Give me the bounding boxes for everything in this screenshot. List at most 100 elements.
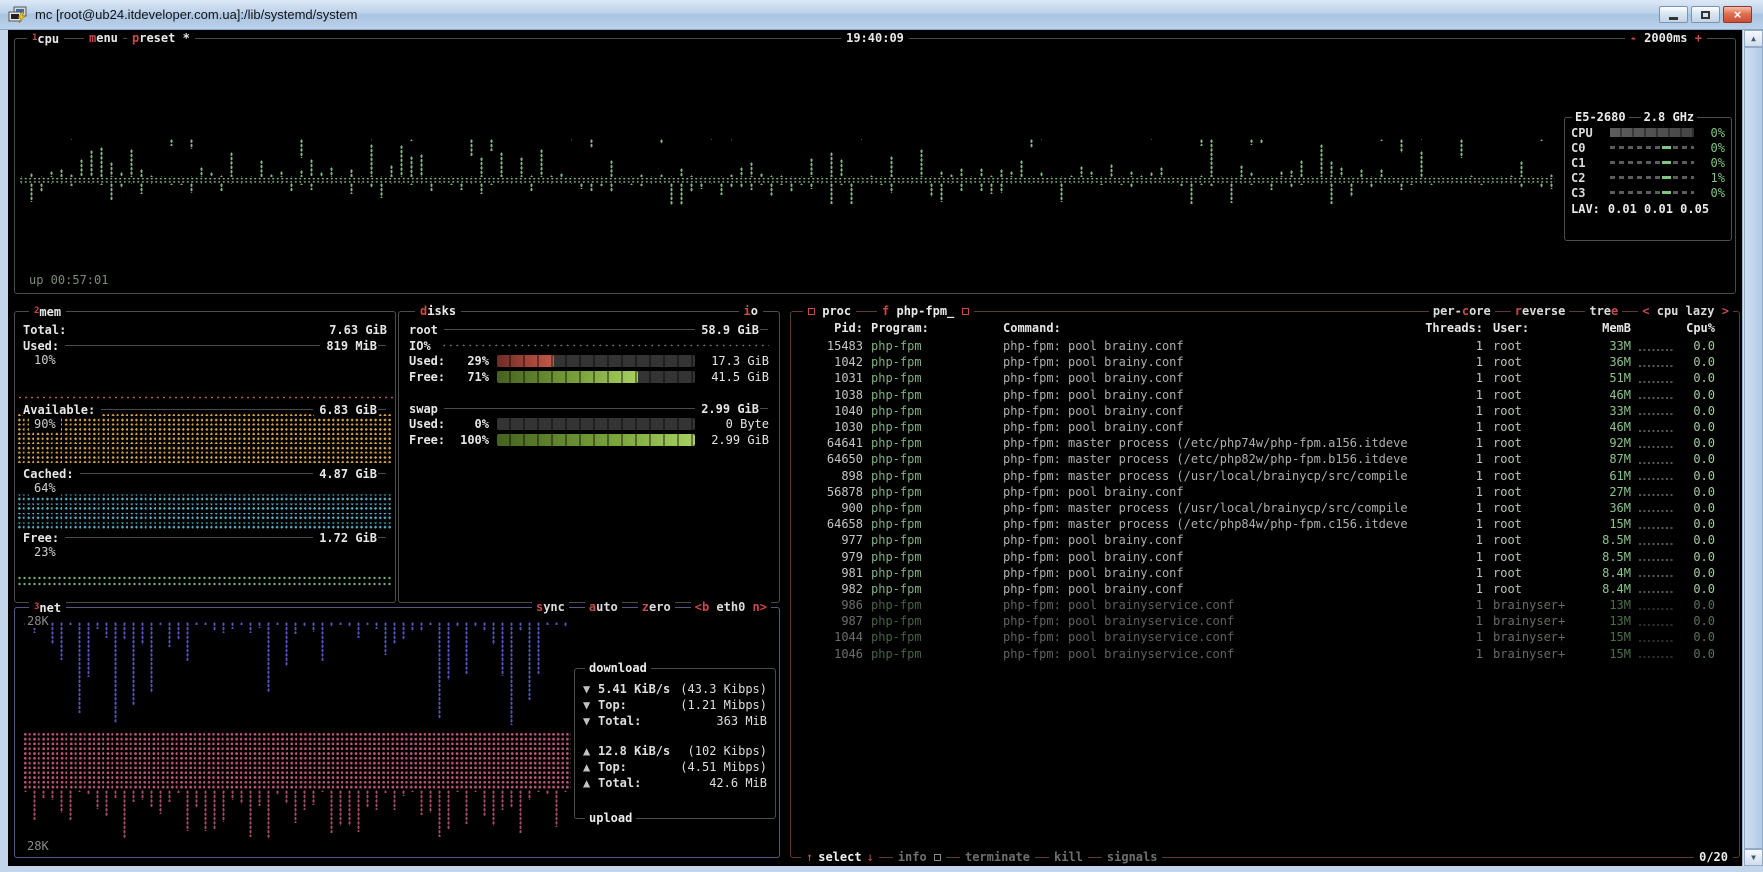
tab-cpu[interactable]: 1cpu — [27, 31, 64, 47]
load-average: LAV: 0.01 0.01 0.05 — [1565, 200, 1731, 216]
tab-net[interactable]: 3net — [29, 600, 66, 616]
close-button[interactable]: × — [1723, 6, 1752, 23]
process-row[interactable]: 1030 php-fpm php-fpm: pool brainy.conf 1… — [791, 419, 1739, 435]
update-interval: - 2000ms + — [1625, 31, 1707, 46]
window-titlebar: mc [root@ub24.itdeveloper.com.ua]:/lib/s… — [0, 0, 1763, 30]
net-stats-rows: ▼ 5.41 KiB/s (43.3 Kibps) ▼ Top: (1.21 M… — [575, 669, 775, 791]
interval-value: 2000ms — [1644, 31, 1687, 45]
process-row[interactable]: 977 php-fpm php-fpm: pool brainy.conf 1 … — [791, 532, 1739, 548]
download-panel-title: download — [585, 661, 651, 676]
process-row[interactable]: 982 php-fpm php-fpm: pool brainy.conf 1 … — [791, 581, 1739, 597]
cpu-frequency: 2.8 GHz — [1641, 110, 1698, 125]
up-arrow-icon: ▲ — [583, 744, 598, 758]
process-search-field[interactable]: f php-fpm_ — [877, 304, 974, 319]
up-arrow-icon: ▲ — [583, 760, 598, 774]
upload-speed-row: ▲ 12.8 KiB/s (102 Kibps) — [583, 743, 767, 759]
process-row[interactable]: 987 php-fpm php-fpm: pool brainyservice.… — [791, 613, 1739, 629]
maximize-button[interactable] — [1691, 6, 1720, 23]
mem-free-graph — [17, 575, 393, 587]
kill-button[interactable]: kill — [1049, 850, 1088, 865]
sort-pager: < cpu lazy > — [1638, 304, 1733, 319]
net-interface-switch[interactable]: <b eth0 n> — [691, 600, 771, 615]
scrollbar-thumb[interactable] — [1744, 47, 1763, 849]
cpu-usage-graph — [19, 139, 1555, 219]
disk-root-used-row: Used: 29% 17.3 GiB — [399, 353, 779, 368]
proc-footer: ↑ select ↓ info terminate kill signals — [801, 850, 1162, 865]
process-mem-graph — [1639, 608, 1675, 610]
process-row[interactable]: 1040 php-fpm php-fpm: pool brainy.conf 1… — [791, 403, 1739, 419]
minimize-icon — [1669, 17, 1678, 20]
interval-increase-button[interactable]: + — [1695, 31, 1702, 45]
reverse-toggle[interactable]: reverse — [1511, 304, 1570, 319]
process-row[interactable]: 979 php-fpm php-fpm: pool brainy.conf 1 … — [791, 548, 1739, 564]
cpu-core-rows: CPU 0% C0 0% C1 0% C2 1% — [1565, 118, 1731, 216]
disk-root-free-bar — [497, 371, 695, 383]
minimize-button[interactable] — [1659, 6, 1688, 23]
disk-root-io-graph — [441, 343, 769, 348]
net-auto-button[interactable]: auto — [585, 600, 622, 615]
sort-next-button[interactable]: > — [1722, 304, 1729, 318]
process-mem-graph — [1639, 365, 1675, 367]
proc-box: proc f php-fpm_ per-core reverse tree < … — [790, 311, 1740, 858]
interval-decrease-button[interactable]: - — [1630, 31, 1637, 45]
proc-box-icon — [808, 308, 815, 315]
terminal-scrollbar[interactable]: ▲ ▼ — [1742, 30, 1763, 866]
process-row[interactable]: 1044 php-fpm php-fpm: pool brainyservice… — [791, 629, 1739, 645]
cpu-graph-upper — [19, 139, 1555, 177]
process-table-header: Pid: Program: Command: Threads: User: Me… — [791, 320, 1739, 336]
info-button[interactable]: info — [893, 850, 946, 865]
process-row[interactable]: 64641 php-fpm php-fpm: master process (/… — [791, 435, 1739, 451]
menu-button[interactable]: menu — [84, 31, 123, 46]
tab-io[interactable]: io — [739, 304, 763, 319]
cpu-model-name: E5-2680 — [1572, 110, 1629, 125]
per-core-toggle[interactable]: per-core — [1429, 304, 1495, 319]
upload-panel-title: upload — [585, 811, 636, 826]
cpu-total-bar — [1610, 128, 1694, 137]
cpu-model: E5-2680 2.8 GHz — [1572, 110, 1697, 125]
process-row[interactable]: 64658 php-fpm php-fpm: master process (/… — [791, 516, 1739, 532]
process-row[interactable]: 1042 php-fpm php-fpm: pool brainy.conf 1… — [791, 354, 1739, 370]
tree-toggle[interactable]: tree — [1585, 304, 1622, 319]
terminate-button[interactable]: terminate — [960, 850, 1035, 865]
core-row-c3: C3 0% — [1565, 185, 1731, 200]
tab-disks[interactable]: disks — [415, 304, 461, 319]
process-row[interactable]: 900 php-fpm php-fpm: master process (/us… — [791, 500, 1739, 516]
mem-used-graph — [17, 395, 393, 401]
process-row[interactable]: 1031 php-fpm php-fpm: pool brainy.conf 1… — [791, 370, 1739, 386]
select-up-arrow-icon[interactable]: ↑ — [806, 850, 813, 865]
process-mem-graph — [1639, 543, 1675, 545]
process-row[interactable]: 64650 php-fpm php-fpm: master process (/… — [791, 451, 1739, 467]
process-row[interactable]: 898 php-fpm php-fpm: master process (/us… — [791, 468, 1739, 484]
select-control[interactable]: ↑ select ↓ — [801, 850, 879, 865]
process-row[interactable]: 1038 php-fpm php-fpm: pool brainy.conf 1… — [791, 387, 1739, 403]
mem-used-row: Used: 819 MiB — [15, 338, 395, 353]
upload-total-row: ▲ Total: 42.6 MiB — [583, 775, 767, 791]
process-row[interactable]: 986 php-fpm php-fpm: pool brainyservice.… — [791, 597, 1739, 613]
sort-prev-button[interactable]: < — [1642, 304, 1649, 318]
net-sync-button[interactable]: sync — [532, 600, 569, 615]
scroll-up-button[interactable]: ▲ — [1744, 30, 1763, 47]
close-icon: × — [1734, 8, 1742, 21]
process-mem-graph — [1639, 575, 1675, 577]
net-upload-graph-spikes — [23, 790, 571, 846]
process-row[interactable]: 1046 php-fpm php-fpm: pool brainyservice… — [791, 646, 1739, 662]
tab-proc[interactable]: proc — [803, 304, 856, 319]
preset-button[interactable]: preset * — [127, 31, 195, 46]
download-speed-row: ▼ 5.41 KiB/s (43.3 Kibps) — [583, 681, 767, 697]
scroll-down-button[interactable]: ▼ — [1744, 849, 1763, 866]
net-download-graph — [23, 622, 571, 730]
select-down-arrow-icon[interactable]: ↓ — [867, 850, 874, 865]
down-arrow-icon: ▼ — [583, 682, 598, 696]
signals-button[interactable]: signals — [1102, 850, 1163, 865]
clear-search-icon[interactable] — [962, 308, 969, 315]
mem-free-row: Free: 1.72 GiB — [15, 530, 395, 545]
disk-swap-used-bar — [497, 418, 695, 430]
process-mem-graph — [1639, 510, 1675, 512]
tab-mem[interactable]: 2mem — [29, 304, 66, 320]
process-row[interactable]: 981 php-fpm php-fpm: pool brainy.conf 1 … — [791, 565, 1739, 581]
process-row[interactable]: 56878 php-fpm php-fpm: pool brainy.conf … — [791, 484, 1739, 500]
net-zero-button[interactable]: zero — [638, 600, 675, 615]
process-row[interactable]: 15483 php-fpm php-fpm: pool brainy.conf … — [791, 338, 1739, 354]
down-arrow-icon: ▼ — [583, 698, 598, 712]
net-buttons: sync auto zero <b eth0 n> — [532, 600, 771, 615]
